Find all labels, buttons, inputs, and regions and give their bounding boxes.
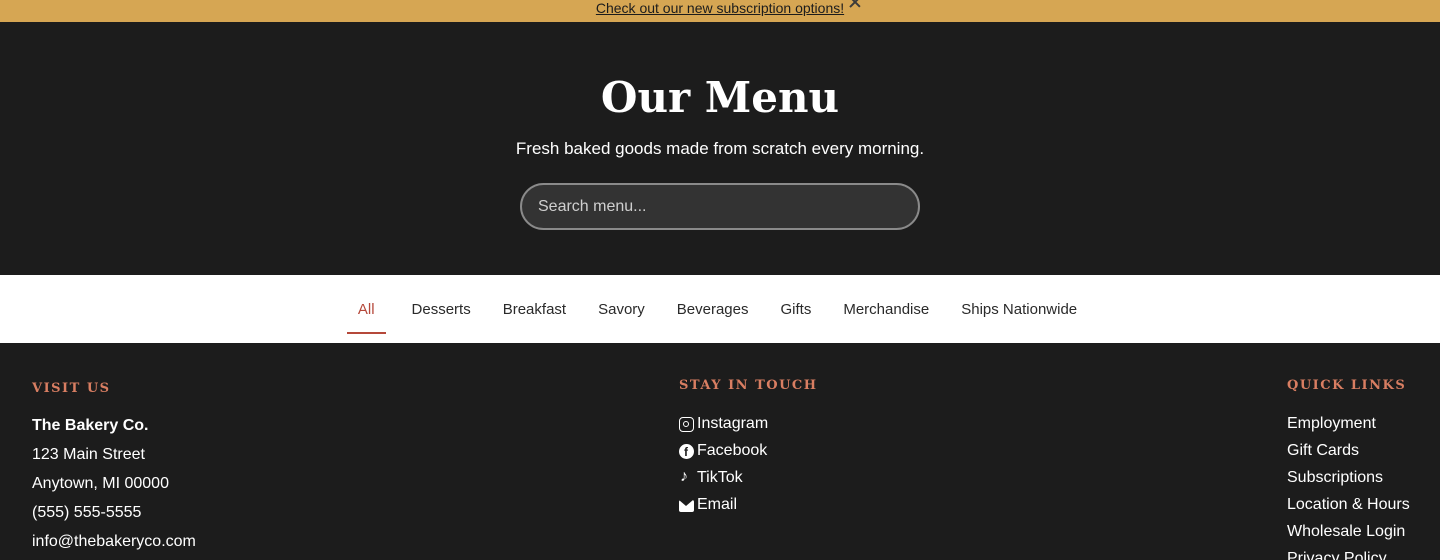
link-gift-cards[interactable]: Gift Cards	[1287, 442, 1359, 460]
facebook-label: Facebook	[697, 442, 768, 459]
phone-number[interactable]: (555) 555-5555	[32, 504, 141, 522]
business-name: The Bakery Co.	[32, 417, 149, 434]
tab-merchandise[interactable]: Merchandise	[843, 299, 929, 332]
mail-icon	[679, 500, 694, 512]
facebook-icon	[679, 443, 694, 459]
link-wholesale-login[interactable]: Wholesale Login	[1287, 523, 1405, 541]
category-tabs: All Desserts Breakfast Savory Beverages …	[0, 275, 1440, 343]
email-address[interactable]: info@thebakeryco.com	[32, 533, 196, 551]
link-employment[interactable]: Employment	[1287, 415, 1376, 433]
search-input[interactable]	[538, 185, 898, 228]
city-address: Anytown, MI 00000	[32, 475, 169, 492]
email-label: Email	[697, 496, 738, 513]
tab-desserts[interactable]: Desserts	[412, 299, 471, 332]
search-box	[520, 183, 920, 230]
close-icon[interactable]	[847, 0, 863, 10]
footer: VISIT US The Bakery Co. 123 Main Street …	[0, 343, 1440, 560]
tab-beverages[interactable]: Beverages	[677, 299, 749, 332]
instagram-link[interactable]: Instagram	[679, 415, 768, 433]
email-link[interactable]: Email	[679, 496, 737, 514]
tiktok-link[interactable]: TikTok	[679, 468, 743, 487]
link-subscriptions[interactable]: Subscriptions	[1287, 469, 1383, 487]
instagram-icon	[679, 416, 694, 432]
tab-all[interactable]: All	[346, 299, 386, 334]
tiktok-label: TikTok	[697, 469, 743, 486]
tiktok-icon	[679, 468, 694, 486]
page-subtitle: Fresh baked goods made from scratch ever…	[515, 139, 925, 158]
tab-breakfast[interactable]: Breakfast	[503, 299, 566, 332]
link-location-hours[interactable]: Location & Hours	[1287, 496, 1410, 514]
link-privacy-policy[interactable]: Privacy Policy	[1287, 550, 1387, 560]
tab-ships-nationwide[interactable]: Ships Nationwide	[961, 299, 1077, 332]
street-address: 123 Main Street	[32, 446, 145, 463]
hero-section: Our Menu Fresh baked goods made from scr…	[0, 22, 1440, 275]
announcement-link[interactable]: Check out our new subscription options!	[596, 1, 844, 15]
tab-savory[interactable]: Savory	[598, 299, 645, 332]
facebook-link[interactable]: Facebook	[679, 442, 767, 460]
visit-heading: VISIT US	[32, 381, 111, 396]
touch-heading: STAY IN TOUCH	[679, 378, 818, 393]
quick-links-heading: QUICK LINKS	[1287, 378, 1407, 393]
tab-gifts[interactable]: Gifts	[781, 299, 812, 332]
announcement-bar: Check out our new subscription options!	[0, 0, 1440, 22]
instagram-label: Instagram	[697, 415, 769, 432]
page-title: Our Menu	[600, 73, 840, 122]
